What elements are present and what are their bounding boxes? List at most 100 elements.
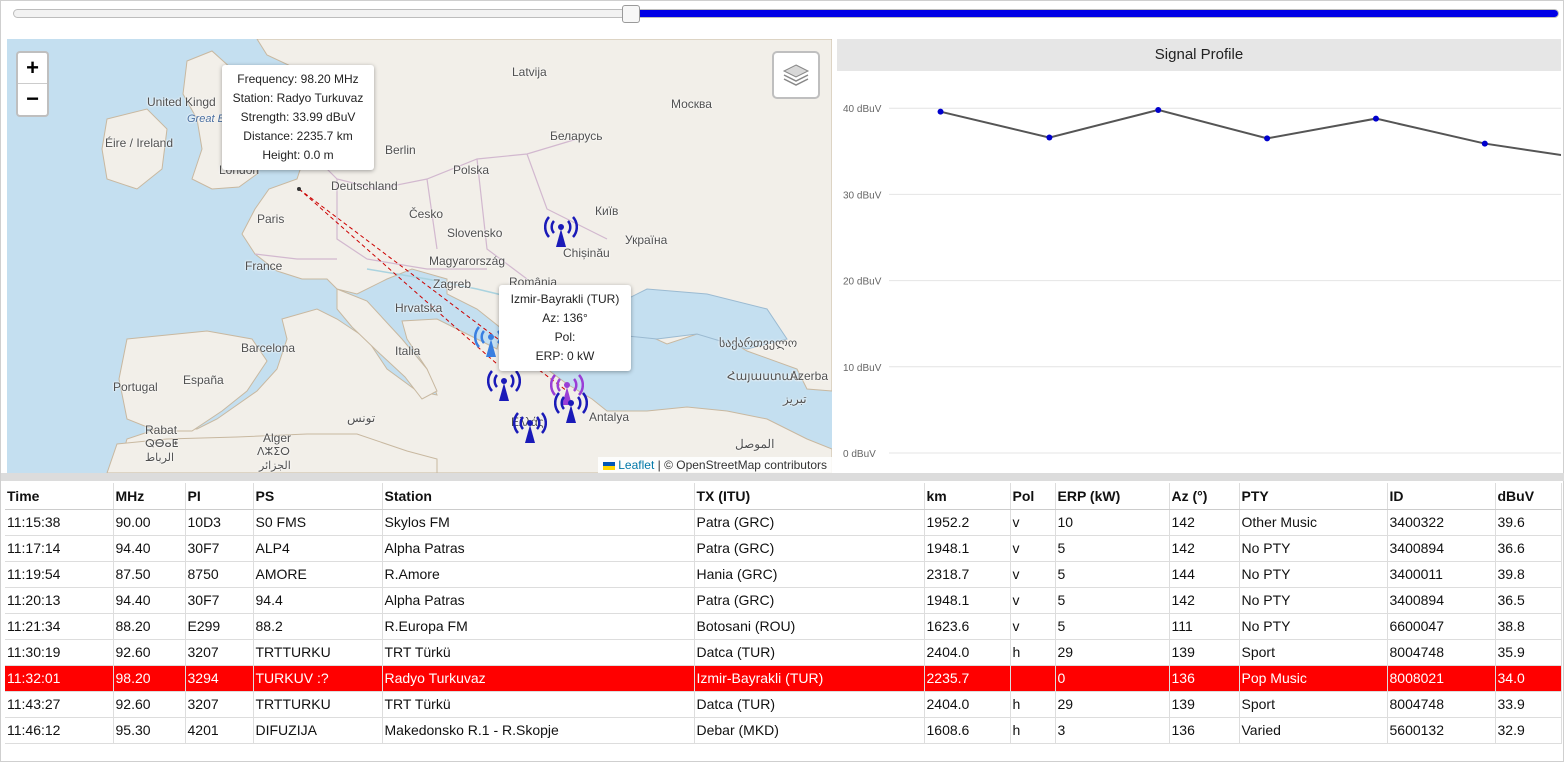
map-label-georgia: საქართველო — [719, 336, 798, 350]
table-row[interactable]: 11:19:54 87.50 8750 AMORE R.Amore Hania (GRC)… — [5, 561, 1562, 588]
zoom-out-button[interactable]: − — [18, 84, 47, 115]
table-cell: TURKUV :? — [253, 665, 383, 692]
table-cell: No PTY — [1239, 535, 1388, 562]
popup-tx-name: Izmir-Bayrakli (TUR) — [510, 292, 620, 306]
table-row[interactable]: 11:46:12 95.30 4201 DIFUZIJA Makedonsko R.1 … — [5, 717, 1562, 744]
table-cell: 1948.1 — [924, 587, 1011, 614]
table-cell: 2318.7 — [924, 561, 1011, 588]
data-point[interactable] — [1372, 115, 1379, 122]
table-cell: 3400894 — [1387, 535, 1496, 562]
table-cell: v — [1010, 561, 1056, 588]
chart-title: Signal Profile — [837, 39, 1561, 71]
table-cell: 98.20 — [113, 665, 186, 692]
data-point[interactable] — [1264, 135, 1271, 142]
table-cell: 11:21:34 — [5, 613, 114, 640]
map-label-mosul: الموصل — [735, 437, 775, 451]
slider-fill — [631, 10, 1558, 17]
time-slider[interactable] — [13, 5, 1559, 25]
table-cell: TRT Türkü — [382, 639, 695, 666]
data-point[interactable] — [1481, 140, 1488, 147]
column-header[interactable]: PTY — [1239, 483, 1388, 510]
column-header[interactable]: km — [924, 483, 1011, 510]
map-label-france: France — [245, 259, 283, 273]
table-cell: 144 — [1169, 561, 1240, 588]
table-cell: R.Amore — [382, 561, 695, 588]
table-cell: R.Europa FM — [382, 613, 695, 640]
map-label-espana: España — [183, 373, 224, 387]
zoom-in-button[interactable]: + — [18, 53, 47, 84]
column-header[interactable]: dBuV — [1495, 483, 1562, 510]
leaflet-link[interactable]: Leaflet — [618, 458, 654, 472]
column-header[interactable]: Station — [382, 483, 695, 510]
table-row[interactable]: 11:15:38 90.00 10D3 S0 FMS Skylos FM Patra (G… — [5, 509, 1562, 536]
column-header[interactable]: PI — [185, 483, 254, 510]
table-cell: Hania (GRC) — [694, 561, 925, 588]
column-header[interactable]: Pol — [1010, 483, 1056, 510]
table-cell: v — [1010, 509, 1056, 536]
table-cell: 3 — [1055, 717, 1170, 744]
chart-plot: 40 dBuV 30 dBuV 20 dBuV 10 dBuV 0 dBuV — [843, 104, 1561, 460]
table-cell: 2404.0 — [924, 691, 1011, 718]
column-header[interactable]: PS — [253, 483, 383, 510]
map-label-zagreb: Zagreb — [433, 277, 472, 291]
table-cell: Datca (TUR) — [694, 639, 925, 666]
table-row[interactable]: 11:17:14 94.40 30F7 ALP4 Alpha Patras Patra (… — [5, 535, 1562, 562]
slider-track[interactable] — [13, 9, 1559, 18]
table-cell: No PTY — [1239, 613, 1388, 640]
transmitter-tower-icon[interactable] — [544, 215, 578, 249]
map-label-polska: Polska — [453, 163, 490, 177]
table-cell: 92.60 — [113, 691, 186, 718]
data-point[interactable] — [937, 108, 944, 115]
table-cell: 1948.1 — [924, 535, 1011, 562]
table-cell: 11:17:14 — [5, 535, 114, 562]
column-header[interactable]: MHz — [113, 483, 186, 510]
table-cell: 139 — [1169, 639, 1240, 666]
table-row[interactable]: 11:43:27 92.60 3207 TRTTURKU TRT Türkü Datca … — [5, 691, 1562, 718]
table-cell: 92.60 — [113, 639, 186, 666]
table-row[interactable]: 11:20:13 94.40 30F7 94.4 Alpha Patras Patra (… — [5, 587, 1562, 614]
station-popup: Frequency: 98.20 MHz Station: Radyo Turk… — [222, 65, 374, 170]
transmitter-tower-icon[interactable] — [487, 369, 521, 403]
table-row[interactable]: 11:30:19 92.60 3207 TRTTURKU TRT Türkü Datca … — [5, 639, 1562, 666]
panel-separator — [1, 473, 1564, 481]
zoom-control: + − — [16, 51, 49, 117]
map-label-eire: Éire / Ireland — [105, 136, 174, 150]
table-cell: Other Music — [1239, 509, 1388, 536]
transmitter-tower-icon[interactable] — [554, 391, 588, 425]
table-cell: 87.50 — [113, 561, 186, 588]
transmitter-tower-icon[interactable] — [513, 411, 547, 445]
signal-line — [940, 108, 1561, 157]
map-label-alger-tz: ⴷⵣⵉⵔ — [257, 446, 290, 458]
table-row[interactable]: 11:32:01 98.20 3294 TURKUV :? Radyo Turkuvaz… — [5, 665, 1562, 692]
table-cell: Skylos FM — [382, 509, 695, 536]
slider-thumb[interactable] — [622, 5, 641, 23]
layers-button[interactable] — [772, 51, 820, 99]
table-cell: Datca (TUR) — [694, 691, 925, 718]
column-header[interactable]: ID — [1387, 483, 1496, 510]
data-point[interactable] — [1155, 106, 1162, 113]
popup-tx-pol: Pol: — [554, 330, 576, 344]
column-header[interactable]: Time — [5, 483, 114, 510]
table-cell: TRTTURKU — [253, 691, 383, 718]
table-cell: Debar (MKD) — [694, 717, 925, 744]
table-cell: TRTTURKU — [253, 639, 383, 666]
table-cell — [1010, 665, 1056, 692]
popup-height: Height: 0.0 m — [262, 148, 334, 162]
column-header[interactable]: ERP (kW) — [1055, 483, 1170, 510]
column-header[interactable]: Az (°) — [1169, 483, 1240, 510]
map-label-barcelona: Barcelona — [241, 341, 296, 355]
table-cell: 11:20:13 — [5, 587, 114, 614]
map[interactable]: Latvija United Kingd Great B Éire / Irel… — [7, 39, 832, 473]
map-label-paris: Paris — [257, 212, 285, 226]
table-cell: 1608.6 — [924, 717, 1011, 744]
table-row[interactable]: 11:21:34 88.20 E299 88.2 R.Europa FM Botosani… — [5, 613, 1562, 640]
data-point[interactable] — [1046, 134, 1053, 141]
map-label-slovensko: Slovensko — [447, 226, 503, 240]
table-cell: Sport — [1239, 691, 1388, 718]
table-cell: 5 — [1055, 535, 1170, 562]
table-cell: h — [1010, 639, 1056, 666]
popup-strength: Strength: 33.99 dBuV — [240, 110, 356, 124]
table-cell: 139 — [1169, 691, 1240, 718]
table-cell: 33.9 — [1495, 691, 1562, 718]
column-header[interactable]: TX (ITU) — [694, 483, 925, 510]
